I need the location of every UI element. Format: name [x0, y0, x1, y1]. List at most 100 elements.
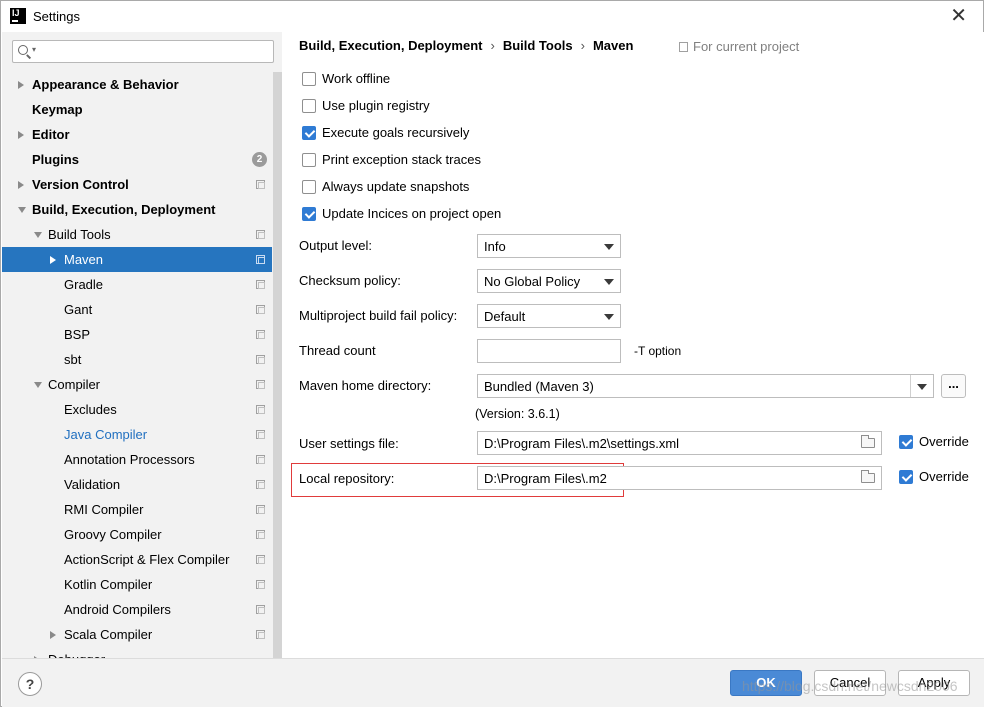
sidebar-scrollbar[interactable] — [273, 72, 282, 658]
sidebar-item-maven[interactable]: Maven — [2, 247, 272, 272]
collapsed-arrow-icon[interactable] — [50, 631, 56, 639]
chevron-down-icon — [604, 279, 614, 285]
settings-window: IJ Settings ✕ ▾ Appearance & Behavior Key… — [0, 0, 984, 707]
output-level-label: Output level: — [299, 238, 372, 253]
sidebar-item-label: Java Compiler — [64, 427, 148, 442]
project-scope-icon — [256, 405, 265, 414]
expanded-arrow-icon[interactable] — [34, 382, 42, 388]
sidebar-item-version-control[interactable]: Version Control — [2, 172, 272, 197]
sidebar-item-kotlin-compiler[interactable]: Kotlin Compiler — [2, 572, 272, 597]
apply-button[interactable]: Apply — [898, 670, 970, 696]
checkbox[interactable] — [302, 126, 316, 140]
sidebar-item-label: Excludes — [64, 402, 117, 417]
sidebar-item-appearance-behavior[interactable]: Appearance & Behavior — [2, 72, 272, 97]
thread-count-label: Thread count — [299, 343, 376, 358]
thread-count-hint: -T option — [634, 344, 682, 358]
sidebar-item-groovy-compiler[interactable]: Groovy Compiler — [2, 522, 272, 547]
folder-icon[interactable] — [861, 435, 875, 448]
expanded-arrow-icon[interactable] — [34, 232, 42, 238]
search-icon — [18, 45, 28, 55]
sidebar-item-gant[interactable]: Gant — [2, 297, 272, 322]
settings-search[interactable]: ▾ — [12, 40, 274, 63]
window-title: Settings — [33, 9, 80, 24]
sidebar-item-keymap[interactable]: Keymap — [2, 97, 272, 122]
project-scope-icon — [256, 480, 265, 489]
sidebar-item-label: Compiler — [48, 377, 101, 392]
sidebar-item-label: Build Tools — [48, 227, 111, 242]
sidebar-item-android-compilers[interactable]: Android Compilers — [2, 597, 272, 622]
fail-policy-select[interactable]: Default — [477, 304, 621, 328]
sidebar-item-scala-compiler[interactable]: Scala Compiler — [2, 622, 272, 647]
ok-button[interactable]: OK — [730, 670, 802, 696]
dialog-footer: ? OK Cancel Apply https://blog.csdn.net/… — [2, 658, 984, 707]
checkbox[interactable] — [302, 180, 316, 194]
checkbox[interactable] — [302, 99, 316, 113]
sidebar-item-label: Plugins — [32, 152, 79, 167]
sidebar-item-label: Build, Execution, Deployment — [32, 202, 216, 217]
checkbox[interactable] — [302, 72, 316, 86]
maven-home-select[interactable]: Bundled (Maven 3) — [477, 374, 934, 398]
help-button[interactable]: ? — [18, 672, 42, 696]
collapsed-arrow-icon[interactable] — [18, 181, 24, 189]
sidebar-scroll-thumb[interactable] — [273, 72, 282, 658]
checkbox-label: Always update snapshots — [322, 179, 470, 194]
collapsed-arrow-icon[interactable] — [50, 256, 56, 264]
collapsed-arrow-icon[interactable] — [18, 131, 24, 139]
sidebar-item-label: Gradle — [64, 277, 104, 292]
browse-maven-home-button[interactable]: ... — [941, 374, 966, 398]
checkbox[interactable] — [302, 207, 316, 221]
title-bar: IJ Settings ✕ — [1, 1, 983, 32]
sidebar-item-java-compiler[interactable]: Java Compiler — [2, 422, 272, 447]
collapsed-arrow-icon[interactable] — [18, 81, 24, 89]
checkbox-label: Use plugin registry — [322, 98, 430, 113]
thread-count-input[interactable] — [477, 339, 621, 363]
override-checkbox[interactable] — [899, 470, 913, 484]
sidebar-item-compiler[interactable]: Compiler — [2, 372, 272, 397]
project-scope-icon — [256, 280, 265, 289]
local-repository-input[interactable]: D:\Program Files\.m2 — [477, 466, 882, 490]
output-level-select[interactable]: Info — [477, 234, 621, 258]
project-scope-icon — [256, 255, 265, 264]
sidebar-item-label: Keymap — [32, 102, 83, 117]
sidebar-item-label: Maven — [64, 252, 104, 267]
sidebar-item-build-execution-deployment[interactable]: Build, Execution, Deployment — [2, 197, 272, 222]
close-icon[interactable]: ✕ — [950, 5, 967, 27]
sidebar-item-label: Version Control — [32, 177, 129, 192]
sidebar-item-plugins[interactable]: Plugins 2 — [2, 147, 272, 172]
sidebar-item-annotation-processors[interactable]: Annotation Processors — [2, 447, 272, 472]
project-scope-icon — [256, 580, 265, 589]
sidebar-item-build-tools[interactable]: Build Tools — [2, 222, 272, 247]
project-scope-icon — [256, 180, 265, 189]
sidebar-item-label: Debugger — [48, 647, 105, 658]
sidebar-item-label: RMI Compiler — [64, 502, 144, 517]
sidebar-item-editor[interactable]: Editor — [2, 122, 272, 147]
folder-icon[interactable] — [861, 470, 875, 483]
user-settings-label: User settings file: — [299, 436, 399, 451]
sidebar-item-actionscript-flex-compiler[interactable]: ActionScript & Flex Compiler — [2, 547, 272, 572]
maven-version-label: (Version: 3.6.1) — [475, 407, 560, 421]
project-scope-icon — [679, 42, 688, 52]
project-scope-icon — [256, 380, 265, 389]
sidebar-item-excludes[interactable]: Excludes — [2, 397, 272, 422]
sidebar-item-gradle[interactable]: Gradle — [2, 272, 272, 297]
sidebar-item-sbt[interactable]: sbt — [2, 347, 272, 372]
sidebar-item-label: Annotation Processors — [64, 452, 195, 467]
checksum-policy-select[interactable]: No Global Policy — [477, 269, 621, 293]
sidebar-item-debugger[interactable]: Debugger — [2, 647, 272, 658]
sidebar-item-bsp[interactable]: BSP — [2, 322, 272, 347]
maven-settings-panel: Build, Execution, Deployment › Build Tools… — [282, 32, 984, 658]
expanded-arrow-icon[interactable] — [18, 207, 26, 213]
cancel-button[interactable]: Cancel — [814, 670, 886, 696]
search-options-icon[interactable]: ▾ — [32, 45, 36, 54]
search-input[interactable] — [41, 42, 269, 61]
sidebar-item-label: Appearance & Behavior — [32, 77, 179, 92]
checkbox-label: Print exception stack traces — [322, 152, 481, 167]
checkbox-label: Execute goals recursively — [322, 125, 470, 140]
sidebar-item-rmi-compiler[interactable]: RMI Compiler — [2, 497, 272, 522]
user-settings-input[interactable]: D:\Program Files\.m2\settings.xml — [477, 431, 882, 455]
sidebar-item-validation[interactable]: Validation — [2, 472, 272, 497]
override-checkbox[interactable] — [899, 435, 913, 449]
sidebar-item-label: BSP — [64, 327, 91, 342]
project-scope-icon — [256, 430, 265, 439]
checkbox[interactable] — [302, 153, 316, 167]
